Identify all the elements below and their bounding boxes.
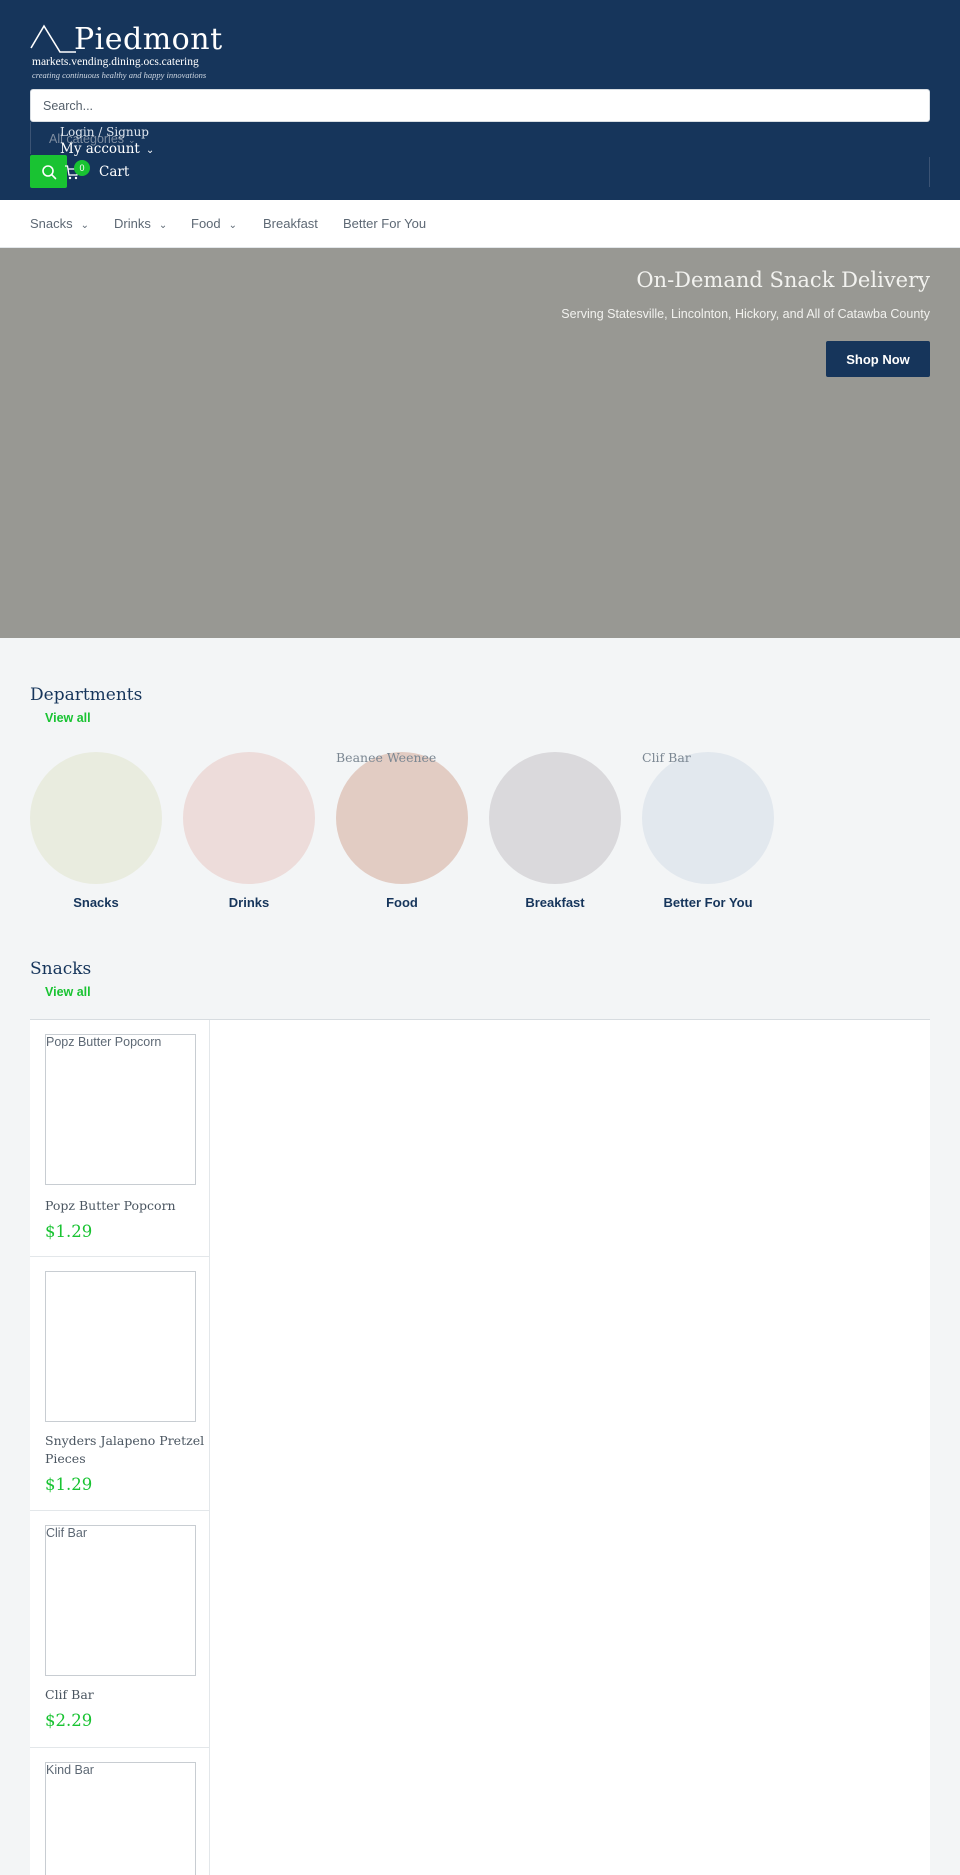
nav-item-label: Breakfast bbox=[263, 216, 318, 231]
nav-item-better-for-you[interactable]: Better For You bbox=[343, 216, 426, 231]
department-label: Better For You bbox=[663, 895, 753, 910]
department-image-alt: Clif Bar bbox=[642, 750, 691, 765]
department-image bbox=[30, 752, 162, 884]
department-better-for-you[interactable]: Clif Bar Better For You bbox=[642, 750, 774, 910]
department-image bbox=[489, 752, 621, 884]
hero-subtitle: Serving Statesville, Lincolnton, Hickory… bbox=[561, 307, 930, 321]
department-image bbox=[336, 752, 468, 884]
department-image bbox=[183, 752, 315, 884]
product-card[interactable]: Popz Butter Popcorn Popz Butter Popcorn … bbox=[30, 1020, 210, 1257]
department-label: Drinks bbox=[228, 895, 270, 910]
chevron-down-icon: ⌄ bbox=[158, 220, 168, 231]
header-divider bbox=[929, 157, 930, 187]
product-card[interactable]: Snyders Jalapeno Pretzel Pieces $1.29 bbox=[30, 1257, 210, 1511]
chevron-down-icon: ⌄ bbox=[228, 220, 238, 231]
department-food[interactable]: Beanee Weenee Food bbox=[336, 750, 468, 910]
snacks-view-all-link[interactable]: View all bbox=[45, 985, 91, 999]
product-image[interactable]: Popz Butter Popcorn bbox=[45, 1034, 196, 1185]
product-image-alt: Popz Butter Popcorn bbox=[46, 1035, 162, 1049]
product-price: $2.29 bbox=[45, 1711, 93, 1730]
product-name[interactable]: Popz Butter Popcorn bbox=[45, 1197, 205, 1215]
account-menu[interactable]: My account ⌄ bbox=[60, 141, 154, 157]
hero-banner: On-Demand Snack Delivery Serving Statesv… bbox=[0, 248, 960, 638]
department-label: Snacks bbox=[73, 895, 119, 910]
search-input[interactable] bbox=[30, 89, 930, 122]
product-image[interactable] bbox=[45, 1271, 196, 1422]
departments-view-all-link[interactable]: View all bbox=[45, 711, 91, 725]
product-name[interactable]: Clif Bar bbox=[45, 1686, 205, 1704]
cart-count-badge: 0 bbox=[74, 160, 90, 176]
search-button[interactable] bbox=[30, 155, 67, 188]
main-nav: Snacks ⌄ Drinks ⌄ Food ⌄ Breakfast Better F… bbox=[0, 200, 960, 248]
chevron-down-icon: ⌄ bbox=[145, 145, 155, 156]
account-label: My account bbox=[60, 141, 140, 157]
nav-item-drinks[interactable]: Drinks ⌄ bbox=[114, 216, 167, 231]
department-breakfast[interactable]: Breakfast bbox=[489, 752, 621, 910]
product-image[interactable]: Clif Bar bbox=[45, 1525, 196, 1676]
nav-item-label: Drinks bbox=[114, 216, 151, 231]
search-icon bbox=[41, 164, 56, 179]
nav-item-breakfast[interactable]: Breakfast bbox=[263, 216, 318, 231]
chevron-down-icon: ⌄ bbox=[80, 220, 90, 231]
site-logo[interactable]: Piedmont markets.vending.dining.ocs.cate… bbox=[30, 22, 223, 82]
product-card[interactable]: Kind Bar bbox=[30, 1748, 210, 1875]
nav-item-food[interactable]: Food ⌄ bbox=[191, 216, 237, 231]
product-name[interactable]: Snyders Jalapeno Pretzel Pieces bbox=[45, 1432, 205, 1468]
product-image-alt: Kind Bar bbox=[46, 1763, 94, 1777]
house-roof-icon bbox=[30, 24, 76, 53]
product-image-alt: Clif Bar bbox=[46, 1526, 87, 1540]
snacks-title: Snacks bbox=[30, 959, 92, 979]
cart-link[interactable]: Cart bbox=[99, 164, 129, 180]
brand-name: Piedmont bbox=[74, 22, 223, 57]
department-image-alt: Beanee Weenee bbox=[336, 750, 437, 765]
nav-item-label: Better For You bbox=[343, 216, 427, 231]
department-drinks[interactable]: Drinks bbox=[183, 752, 315, 910]
nav-item-label: Food bbox=[191, 216, 221, 231]
hero-title: On-Demand Snack Delivery bbox=[636, 268, 930, 292]
product-card[interactable]: Clif Bar Clif Bar $2.29 bbox=[30, 1511, 210, 1748]
login-signup-link[interactable]: Login / Signup bbox=[60, 125, 149, 139]
brand-tagline: markets.vending.dining.ocs.catering bbox=[32, 56, 199, 68]
department-label: Food bbox=[386, 895, 418, 910]
site-header: Piedmont markets.vending.dining.ocs.cate… bbox=[0, 0, 960, 200]
department-label: Breakfast bbox=[525, 895, 585, 910]
departments-title: Departments bbox=[30, 685, 143, 705]
product-price: $1.29 bbox=[45, 1222, 93, 1241]
brand-slogan: creating continuous healthy and happy in… bbox=[32, 70, 207, 80]
product-price: $1.29 bbox=[45, 1475, 93, 1494]
nav-item-snacks[interactable]: Snacks ⌄ bbox=[30, 216, 89, 231]
product-grid: Popz Butter Popcorn Popz Butter Popcorn … bbox=[30, 1019, 930, 1875]
nav-item-label: Snacks bbox=[30, 216, 73, 231]
product-image[interactable]: Kind Bar bbox=[45, 1762, 196, 1875]
department-image bbox=[642, 752, 774, 884]
shop-now-button[interactable]: Shop Now bbox=[826, 341, 930, 377]
department-snacks[interactable]: Snacks bbox=[30, 752, 162, 910]
